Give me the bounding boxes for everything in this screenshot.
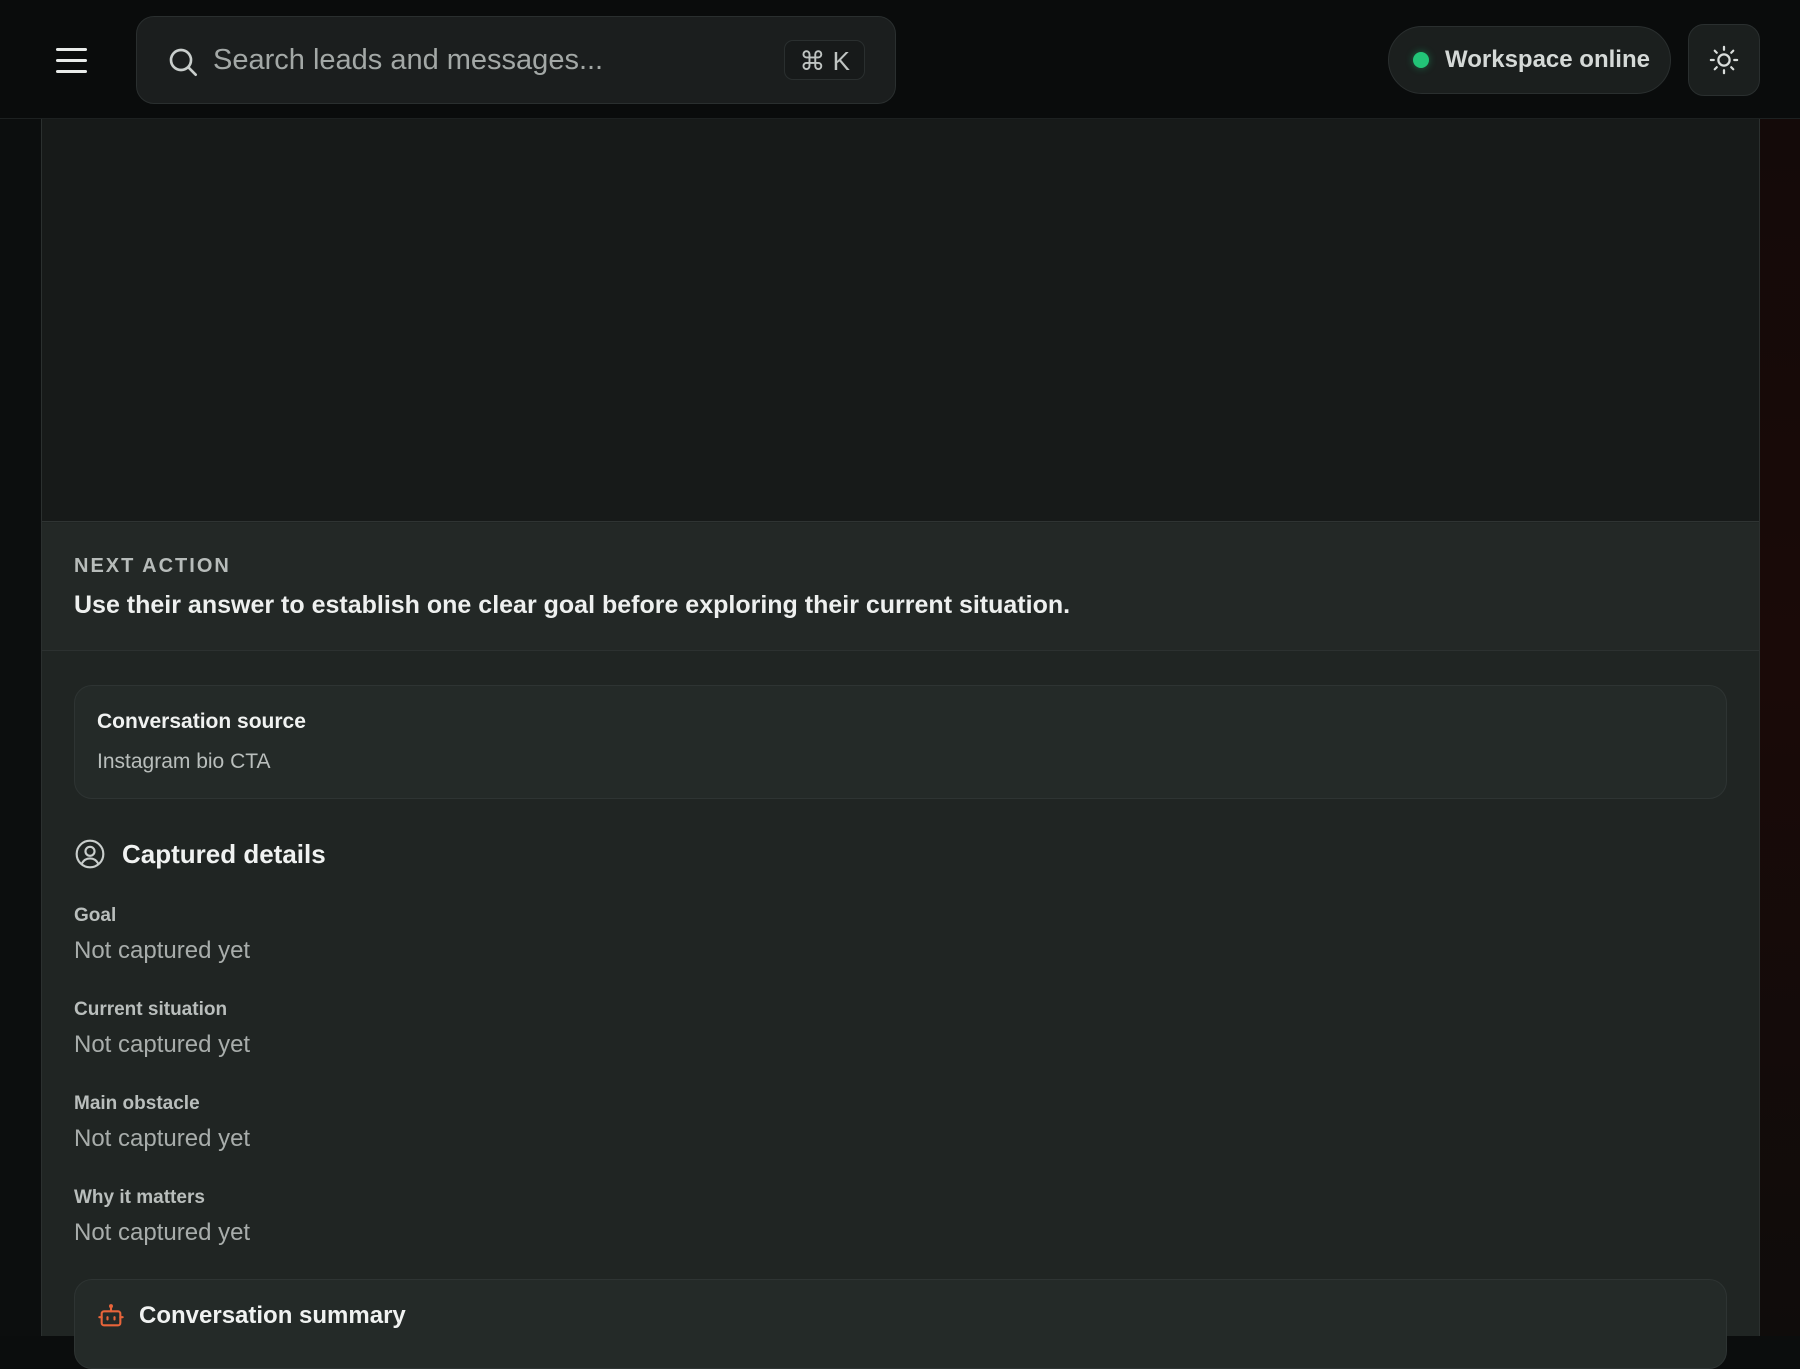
workspace-status-badge: Workspace online	[1388, 26, 1671, 94]
next-action-text: Use their answer to establish one clear …	[74, 591, 1071, 619]
field-label: Why it matters	[74, 1187, 205, 1208]
conversation-preview-area	[42, 119, 1759, 522]
menu-icon[interactable]	[56, 40, 96, 80]
conversation-source-value: Instagram bio CTA	[97, 750, 271, 773]
next-action-banner: NEXT ACTION Use their answer to establis…	[42, 523, 1759, 651]
conversation-source-card: Conversation source Instagram bio CTA	[74, 685, 1727, 799]
right-gutter	[1760, 119, 1800, 1336]
captured-details-title: Captured details	[122, 838, 326, 869]
left-gutter	[0, 119, 41, 1336]
theme-toggle-button[interactable]	[1688, 24, 1760, 96]
conversation-summary-card: Conversation summary	[74, 1279, 1727, 1369]
search-icon	[169, 48, 197, 76]
sun-icon	[1709, 45, 1739, 75]
user-circle-icon	[75, 839, 105, 869]
why-it-matters-field: Why it matters Not captured yet	[74, 1187, 250, 1247]
search-bar[interactable]: ⌘ K	[136, 16, 896, 104]
next-action-label: NEXT ACTION	[74, 555, 231, 577]
field-label: Main obstacle	[74, 1093, 200, 1114]
lead-detail-panel: NEXT ACTION Use their answer to establis…	[41, 119, 1760, 1369]
conversation-summary-title: Conversation summary	[139, 1302, 406, 1329]
field-value: Not captured yet	[74, 937, 251, 964]
field-value: Not captured yet	[74, 1031, 251, 1058]
field-label: Current situation	[74, 999, 228, 1020]
status-label: Workspace online	[1445, 46, 1650, 73]
field-value: Not captured yet	[74, 1125, 251, 1152]
search-input[interactable]	[213, 17, 713, 103]
bot-icon	[98, 1304, 124, 1327]
shortcut-hint: ⌘ K	[784, 40, 865, 80]
field-value: Not captured yet	[74, 1219, 251, 1246]
top-bar: ⌘ K Workspace online	[0, 0, 1800, 119]
conversation-source-title: Conversation source	[97, 710, 306, 733]
main-obstacle-field: Main obstacle Not captured yet	[74, 1093, 250, 1153]
current-situation-field: Current situation Not captured yet	[74, 999, 250, 1059]
captured-details-header: Captured details	[74, 834, 326, 874]
status-dot	[1413, 52, 1429, 68]
conversation-summary-header[interactable]: Conversation summary	[97, 1302, 406, 1330]
goal-field: Goal Not captured yet	[74, 905, 250, 965]
field-label: Goal	[74, 905, 117, 926]
